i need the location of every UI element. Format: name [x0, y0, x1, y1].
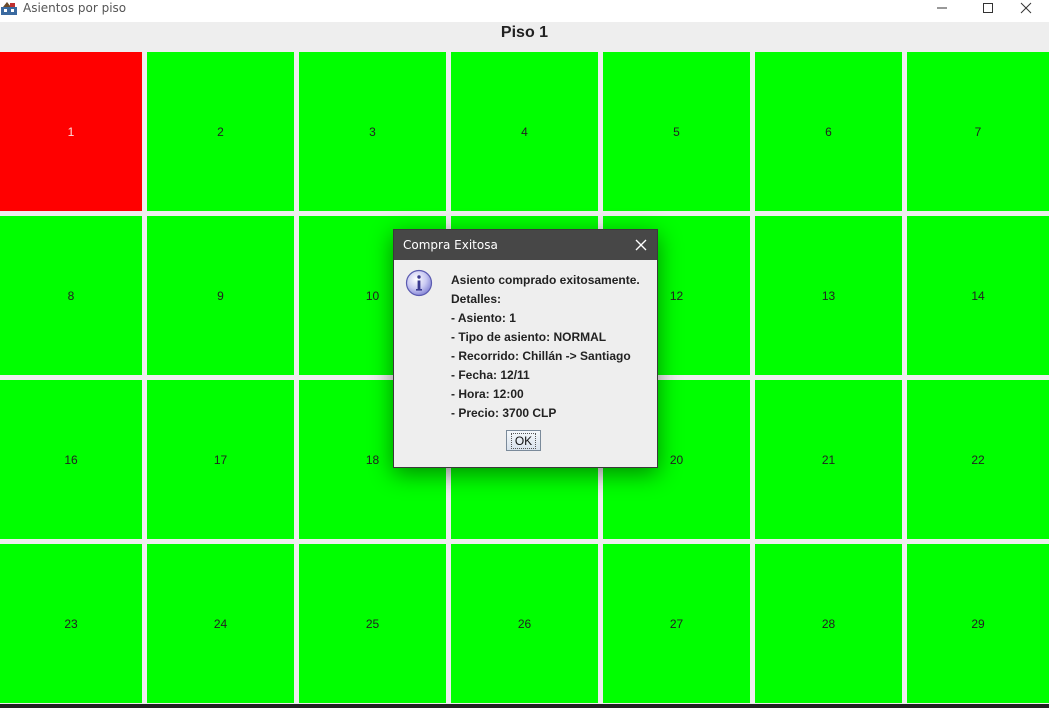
- dialog-titlebar: Compra Exitosa: [394, 230, 657, 260]
- dialog-close-button[interactable]: [634, 238, 648, 252]
- seat-button[interactable]: 23: [0, 544, 142, 703]
- seat-button[interactable]: 1: [0, 52, 142, 211]
- window-bottom-edge: [0, 704, 1049, 708]
- message-line: - Precio: 3700 CLP: [451, 406, 557, 420]
- seat-button[interactable]: 4: [451, 52, 598, 211]
- seat-button[interactable]: 24: [147, 544, 294, 703]
- message-line: - Tipo de asiento: NORMAL: [451, 330, 607, 344]
- seat-button[interactable]: 21: [755, 380, 902, 539]
- info-icon: [405, 269, 433, 297]
- seat-button[interactable]: 3: [299, 52, 446, 211]
- seat-button[interactable]: 9: [147, 216, 294, 375]
- dialog-title: Compra Exitosa: [403, 238, 498, 252]
- seat-button[interactable]: 26: [451, 544, 598, 703]
- seat-button[interactable]: 29: [907, 544, 1049, 703]
- seat-button[interactable]: 2: [147, 52, 294, 211]
- purchase-dialog: Compra Exitosa Asiento comprado exitosam…: [393, 229, 658, 468]
- message-line: - Fecha: 12/11: [451, 368, 530, 382]
- seat-button[interactable]: 6: [755, 52, 902, 211]
- message-line: Asiento comprado exitosamente.: [451, 273, 640, 287]
- ok-button[interactable]: OK: [506, 430, 541, 451]
- seat-button[interactable]: 25: [299, 544, 446, 703]
- message-line: - Asiento: 1: [451, 311, 516, 325]
- floor-title: Piso 1: [500, 24, 549, 41]
- maximize-icon: [983, 3, 993, 13]
- seat-button[interactable]: 8: [0, 216, 142, 375]
- ok-button-label: OK: [510, 432, 537, 449]
- close-window-button[interactable]: [1003, 0, 1049, 16]
- seat-button[interactable]: 27: [603, 544, 750, 703]
- seat-button[interactable]: 13: [755, 216, 902, 375]
- dialog-message: Asiento comprado exitosamente. Detalles:…: [451, 271, 651, 423]
- message-line: Detalles:: [451, 292, 502, 306]
- seat-button[interactable]: 17: [147, 380, 294, 539]
- seat-button[interactable]: 7: [907, 52, 1049, 211]
- app-icon: [1, 1, 17, 15]
- window-titlebar: Asientos por piso: [0, 0, 1049, 22]
- close-icon: [1020, 2, 1032, 14]
- minimize-button[interactable]: [919, 0, 965, 16]
- message-line: - Hora: 12:00: [451, 387, 524, 401]
- message-line: - Recorrido: Chillán -> Santiago: [451, 349, 631, 363]
- close-icon: [635, 239, 647, 251]
- window-title: Asientos por piso: [23, 1, 127, 15]
- seat-button[interactable]: 28: [755, 544, 902, 703]
- minimize-icon: [937, 7, 947, 9]
- seat-button[interactable]: 16: [0, 380, 142, 539]
- seat-button[interactable]: 14: [907, 216, 1049, 375]
- seat-button[interactable]: 5: [603, 52, 750, 211]
- seat-button[interactable]: 22: [907, 380, 1049, 539]
